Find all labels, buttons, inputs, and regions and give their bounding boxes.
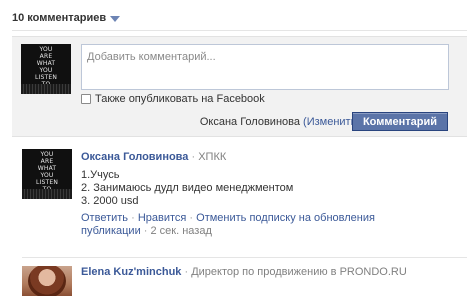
comment-text-line: 2. Занимаюсь дудл видео менеджментом [81,182,294,194]
comment-timestamp[interactable]: 2 сек. назад [151,225,212,237]
comment-author-name[interactable]: Оксана Головинова [81,151,188,163]
chevron-down-icon[interactable] [110,15,121,22]
comment-author-affiliation: ХПКК [198,151,227,163]
comment-author-name[interactable]: Elena Kuz'minchuk [81,266,181,278]
submit-comment-button[interactable]: Комментарий [352,112,448,131]
comment-author-affiliation: Директор по продвижению в PRONDO.RU [191,266,407,278]
header-divider [12,30,467,31]
avatar-lettering: YOU ARE WHAT YOU LISTEN TO [35,151,59,193]
comment-author-avatar[interactable] [22,266,72,296]
comment-input[interactable]: Добавить комментарий... [81,44,449,90]
also-post-facebook-option[interactable]: Также опубликовать на Facebook [81,93,265,105]
comment-body: Оксана Головинова · ХПКК 1.Учусь 2. Зани… [81,151,461,238]
comment-text-line: 3. 2000 usd [81,195,139,207]
comment-actions: Ответить · Нравится · Отменить подписку … [81,212,375,237]
avatar-lettering: YOU ARE WHAT YOU LISTEN TO [34,46,58,88]
comment-body: Elena Kuz'minchuk · Директор по продвиже… [81,266,407,278]
comments-count-header[interactable]: 10 комментариев [12,12,121,24]
posting-as-name: Оксана Головинова [199,116,300,128]
comment-text-line: 1.Учусь [81,169,120,181]
comment-author-avatar[interactable]: YOU ARE WHAT YOU LISTEN TO [22,149,72,199]
comment-composer: YOU ARE WHAT YOU LISTEN TO Добавить комм… [12,36,467,137]
reply-link[interactable]: Ответить [81,212,128,224]
comment-divider [22,257,467,258]
comments-count-label: 10 комментариев [12,12,107,24]
like-link[interactable]: Нравится [138,212,187,224]
also-post-label: Также опубликовать на Facebook [95,93,265,105]
also-post-checkbox[interactable] [81,94,91,104]
current-user-avatar: YOU ARE WHAT YOU LISTEN TO [21,44,71,94]
posting-as: Оксана Головинова (Изменить) [200,116,360,128]
